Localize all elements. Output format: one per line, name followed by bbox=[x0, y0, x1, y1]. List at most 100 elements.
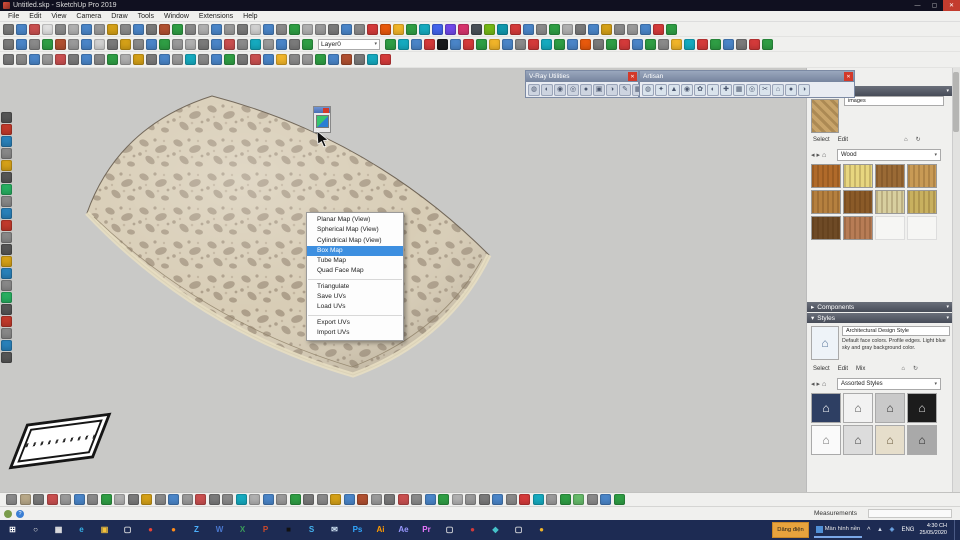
tool-icon[interactable] bbox=[159, 54, 170, 65]
mail-icon[interactable]: ✉ bbox=[328, 524, 341, 537]
tool-icon[interactable] bbox=[1, 160, 12, 171]
artisan-tool-icon[interactable]: ▲ bbox=[668, 83, 680, 96]
tool-icon[interactable] bbox=[476, 38, 487, 50]
tool-icon[interactable] bbox=[168, 494, 179, 505]
tool-icon[interactable] bbox=[619, 38, 630, 50]
tool-icon[interactable] bbox=[328, 23, 339, 35]
tool-icon[interactable] bbox=[107, 38, 118, 50]
tool-icon[interactable] bbox=[29, 23, 40, 35]
tool-icon[interactable] bbox=[398, 38, 409, 50]
tool-icon[interactable] bbox=[172, 38, 183, 50]
tool-icon[interactable] bbox=[133, 23, 144, 35]
tool-icon[interactable] bbox=[224, 23, 235, 35]
tool-icon[interactable] bbox=[458, 23, 469, 35]
tool-icon[interactable] bbox=[397, 494, 409, 505]
style-thumbnail[interactable]: ⌂ bbox=[811, 425, 841, 455]
tool-icon[interactable] bbox=[127, 494, 139, 505]
panel-scrollbar[interactable] bbox=[952, 68, 960, 492]
tool-icon[interactable] bbox=[263, 54, 274, 65]
tool-icon[interactable] bbox=[580, 38, 591, 50]
tool-icon[interactable] bbox=[195, 494, 206, 505]
artisan-tool-icon[interactable]: ● bbox=[785, 83, 797, 96]
tool-icon[interactable] bbox=[107, 54, 118, 65]
components-section-header[interactable]: ▸ Components ▾ bbox=[807, 302, 953, 312]
tool-icon[interactable] bbox=[502, 38, 513, 50]
tool-icon[interactable] bbox=[185, 23, 196, 35]
firefox-icon[interactable]: ● bbox=[167, 524, 180, 537]
tool-icon[interactable] bbox=[60, 494, 71, 505]
tool-icon[interactable] bbox=[302, 23, 313, 35]
style-thumbnail[interactable]: ⌂ bbox=[843, 393, 873, 423]
tool-icon[interactable] bbox=[385, 38, 396, 50]
tool-icon[interactable] bbox=[3, 23, 14, 35]
tool-icon[interactable] bbox=[559, 494, 571, 505]
tool-icon[interactable] bbox=[762, 38, 773, 50]
scrollbar-thumb[interactable] bbox=[953, 72, 959, 132]
tool-icon[interactable] bbox=[224, 38, 235, 50]
tool-icon[interactable] bbox=[250, 23, 261, 35]
tool-icon[interactable] bbox=[549, 23, 560, 35]
tool-icon[interactable] bbox=[354, 23, 365, 35]
premiere-icon[interactable]: Pr bbox=[420, 524, 433, 537]
tool-icon[interactable] bbox=[384, 494, 395, 505]
style-thumbnail[interactable]: ⌂ bbox=[907, 393, 937, 423]
tool-icon[interactable] bbox=[671, 38, 682, 50]
tool-icon[interactable] bbox=[87, 494, 98, 505]
tool-icon[interactable] bbox=[411, 38, 422, 50]
tool-icon[interactable] bbox=[406, 23, 417, 35]
tool-icon[interactable] bbox=[393, 23, 404, 35]
tool-icon[interactable] bbox=[185, 38, 196, 50]
tool-icon[interactable] bbox=[532, 494, 544, 505]
language-indicator[interactable]: ENG bbox=[901, 527, 914, 533]
tool-icon[interactable] bbox=[120, 23, 131, 35]
tool-icon[interactable] bbox=[600, 494, 611, 505]
context-menu-item[interactable]: Export UVs bbox=[307, 318, 403, 328]
artisan-tool-icon[interactable]: ▦ bbox=[733, 83, 745, 96]
style-thumbnail[interactable]: ⌂ bbox=[907, 425, 937, 455]
tool-icon[interactable] bbox=[263, 38, 274, 50]
tool-icon[interactable] bbox=[330, 494, 341, 505]
vray-utility-icon[interactable]: ✎ bbox=[619, 83, 631, 96]
tool-icon[interactable] bbox=[250, 38, 261, 50]
tool-icon[interactable] bbox=[370, 494, 382, 505]
tool-icon[interactable] bbox=[1, 136, 12, 147]
tool-icon[interactable] bbox=[492, 494, 503, 505]
context-menu-item[interactable]: Import UVs bbox=[307, 328, 403, 338]
material-swatch[interactable] bbox=[843, 190, 873, 214]
artisan-titlebar[interactable]: Artisan ✕ bbox=[640, 71, 854, 82]
home-icon[interactable]: ⌂ bbox=[901, 366, 905, 372]
app-icon[interactable]: ● bbox=[466, 524, 479, 537]
show-desktop-button[interactable] bbox=[954, 520, 957, 540]
tool-icon[interactable] bbox=[3, 38, 14, 50]
tool-icon[interactable] bbox=[315, 23, 326, 35]
tool-icon[interactable] bbox=[419, 23, 430, 35]
artisan-tool-icon[interactable]: ✿ bbox=[694, 83, 706, 96]
maximize-button[interactable]: ▢ bbox=[926, 0, 943, 11]
tool-icon[interactable] bbox=[146, 54, 157, 65]
edge-icon[interactable]: e bbox=[75, 524, 88, 537]
file-explorer-icon[interactable]: ▣ bbox=[98, 524, 111, 537]
refresh-icon[interactable]: ↻ bbox=[913, 365, 918, 372]
app-icon[interactable]: ● bbox=[535, 524, 548, 537]
tool-icon[interactable] bbox=[315, 54, 326, 65]
tool-icon[interactable] bbox=[424, 38, 435, 50]
powerpoint-icon[interactable]: P bbox=[259, 524, 272, 537]
tool-icon[interactable] bbox=[289, 23, 300, 35]
tool-icon[interactable] bbox=[1, 256, 12, 267]
tool-icon[interactable] bbox=[328, 54, 339, 65]
tool-icon[interactable] bbox=[606, 38, 617, 50]
uv-paint-icon[interactable] bbox=[315, 115, 329, 128]
search-icon[interactable]: ○ bbox=[29, 524, 42, 537]
tool-icon[interactable] bbox=[380, 23, 391, 35]
task-view-icon[interactable]: ▦ bbox=[52, 524, 65, 537]
tool-icon[interactable] bbox=[357, 494, 368, 505]
tab-select[interactable]: Select bbox=[813, 137, 830, 143]
menu-view[interactable]: View bbox=[46, 13, 71, 20]
tool-icon[interactable] bbox=[68, 23, 79, 35]
vray-utility-icon[interactable]: ◑ bbox=[606, 83, 618, 96]
tool-icon[interactable] bbox=[198, 54, 209, 65]
tool-icon[interactable] bbox=[341, 23, 352, 35]
close-button[interactable]: ✕ bbox=[943, 0, 960, 11]
material-swatch[interactable] bbox=[907, 164, 937, 188]
tool-icon[interactable] bbox=[510, 23, 521, 35]
